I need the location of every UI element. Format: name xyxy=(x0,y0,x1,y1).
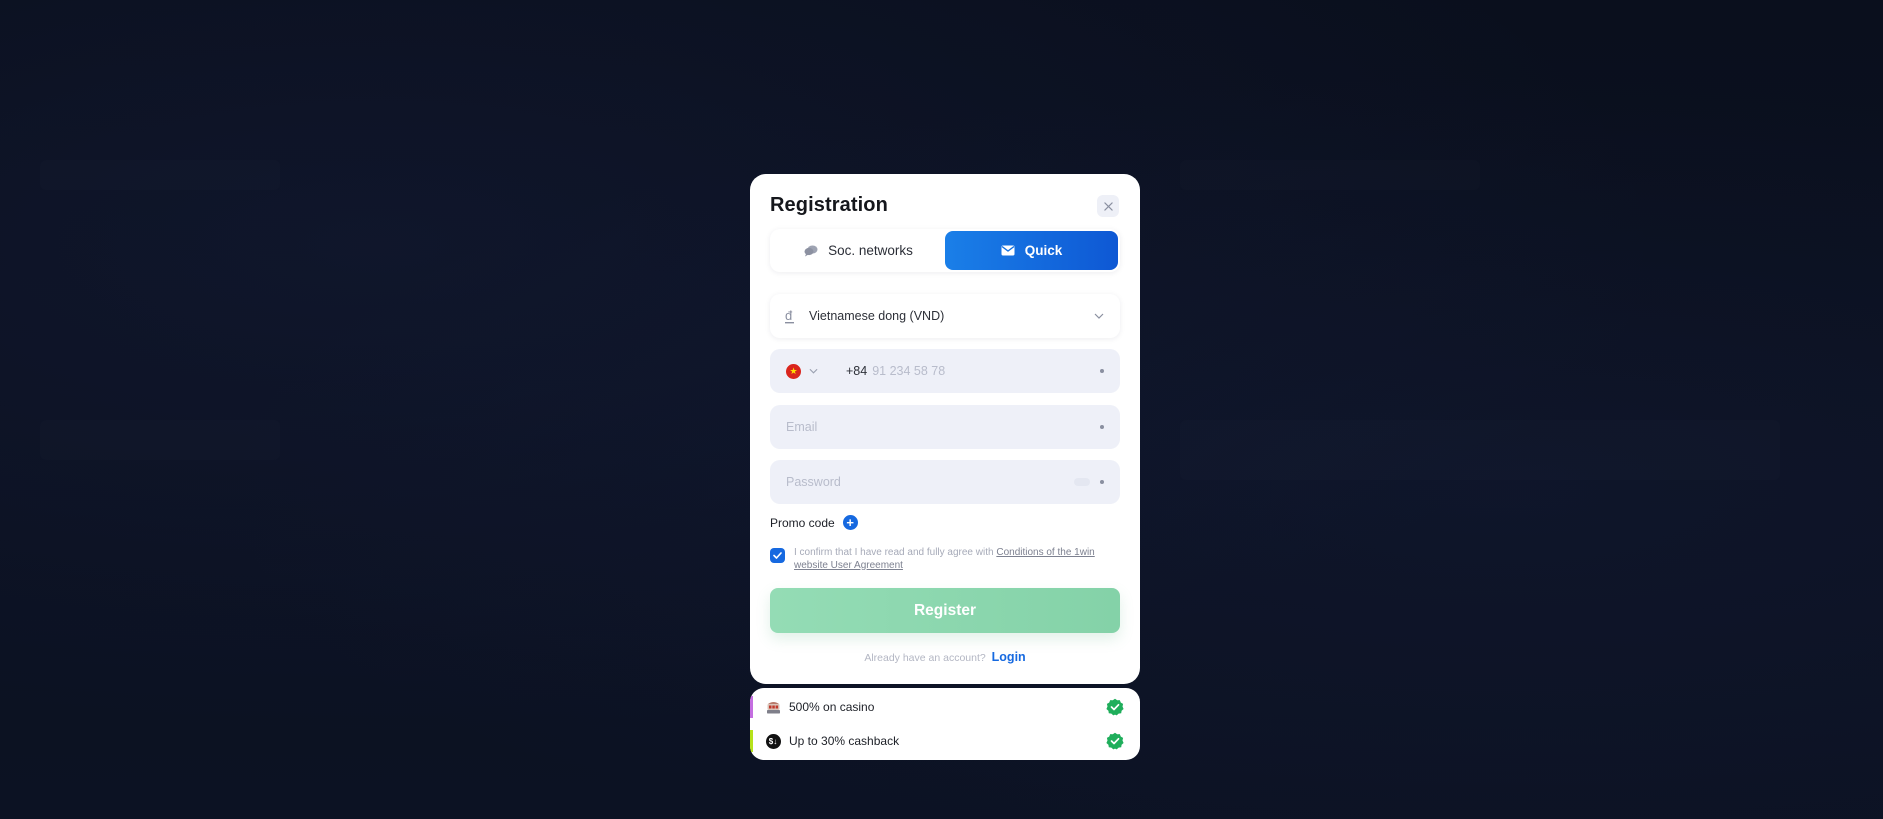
chat-bubbles-icon xyxy=(804,245,818,256)
agreement-row: I confirm that I have read and fully agr… xyxy=(770,547,1120,572)
login-prompt-text: Already have an account? xyxy=(864,652,986,664)
required-indicator xyxy=(1100,480,1104,484)
bonus-accent-bar xyxy=(750,730,753,752)
bonus-item: 500% on casino xyxy=(750,690,1140,724)
close-icon xyxy=(1103,201,1113,211)
background-blurred-content xyxy=(40,160,280,190)
password-input[interactable] xyxy=(786,475,1074,489)
phone-country-code: +84 xyxy=(846,364,868,378)
background-blurred-content xyxy=(1180,420,1780,480)
bonus-label: 500% on casino xyxy=(789,700,875,714)
envelope-icon xyxy=(1001,245,1015,256)
background-blurred-content xyxy=(40,420,280,460)
tab-label: Quick xyxy=(1024,243,1063,258)
tab-soc-networks[interactable]: Soc. networks xyxy=(772,231,945,270)
required-indicator xyxy=(1100,369,1104,373)
tab-quick[interactable]: Quick xyxy=(945,231,1118,270)
agreement-checkbox[interactable] xyxy=(770,548,785,563)
register-button[interactable]: Register xyxy=(770,588,1120,633)
phone-field: ★ +84 xyxy=(770,349,1120,393)
required-indicator xyxy=(1100,425,1104,429)
promo-code-toggle[interactable]: Promo code + xyxy=(770,515,858,530)
bonus-label: Up to 30% cashback xyxy=(789,734,900,748)
verified-check-icon xyxy=(1106,698,1124,716)
show-password-icon[interactable] xyxy=(1074,478,1090,486)
login-prompt: Already have an account? Login xyxy=(750,650,1140,664)
bonus-accent-bar xyxy=(750,696,753,718)
tab-label: Soc. networks xyxy=(828,243,913,258)
agreement-statement: I confirm that I have read and fully agr… xyxy=(794,547,997,558)
cashback-coin-icon: $↓ xyxy=(765,733,781,749)
password-field xyxy=(770,460,1120,504)
registration-modal: Registration Soc. networks Quick đ Vietn… xyxy=(750,174,1140,684)
phone-input[interactable] xyxy=(872,364,1092,378)
promo-code-label: Promo code xyxy=(770,515,835,530)
close-button[interactable] xyxy=(1097,195,1119,217)
registration-method-tabs: Soc. networks Quick xyxy=(770,229,1120,272)
verified-check-icon xyxy=(1106,732,1124,750)
agreement-text: I confirm that I have read and fully agr… xyxy=(794,547,1120,572)
email-field xyxy=(770,405,1120,449)
bonus-card: 500% on casino $↓ Up to 30% cashback xyxy=(750,688,1140,760)
background-blurred-content xyxy=(1180,160,1480,190)
dong-icon: đ xyxy=(785,309,794,323)
checkmark-icon xyxy=(773,552,782,559)
vietnam-flag-icon[interactable]: ★ xyxy=(786,363,801,379)
chevron-down-icon xyxy=(1094,313,1104,319)
currency-value: Vietnamese dong (VND) xyxy=(809,309,945,323)
login-link[interactable]: Login xyxy=(992,650,1026,664)
bonus-item: $↓ Up to 30% cashback xyxy=(750,724,1140,758)
modal-title: Registration xyxy=(770,194,888,216)
currency-select[interactable]: đ Vietnamese dong (VND) xyxy=(770,294,1120,338)
chevron-down-icon[interactable] xyxy=(809,368,818,374)
plus-icon: + xyxy=(842,515,858,530)
svg-text:đ: đ xyxy=(785,309,793,323)
email-input[interactable] xyxy=(786,420,1092,434)
slot-machine-icon xyxy=(765,699,781,715)
